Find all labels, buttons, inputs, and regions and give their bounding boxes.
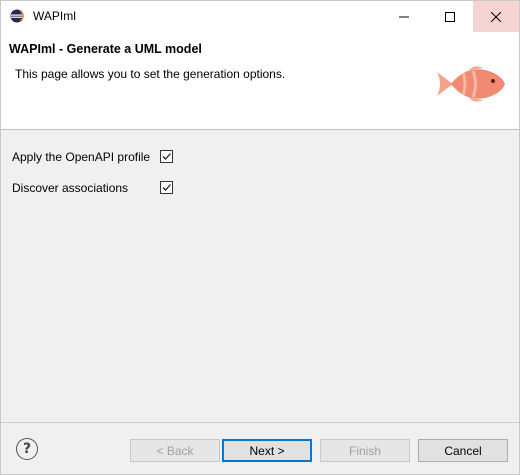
page-title: WAPIml - Generate a UML model (9, 42, 202, 56)
option-label: Apply the OpenAPI profile (12, 150, 151, 164)
fish-icon (437, 66, 505, 102)
discover-associations-checkbox[interactable] (160, 181, 173, 194)
maximize-button[interactable] (427, 1, 473, 32)
checkmark-icon (162, 153, 171, 160)
minimize-icon (399, 16, 409, 17)
options-panel: Apply the OpenAPI profile Discover assoc… (1, 132, 519, 422)
help-icon[interactable]: ? (16, 438, 38, 460)
option-row-openapi-profile: Apply the OpenAPI profile (12, 149, 150, 165)
apply-openapi-profile-checkbox[interactable] (160, 150, 173, 163)
minimize-button[interactable] (381, 1, 427, 32)
checkmark-icon (162, 184, 171, 191)
finish-button[interactable]: Finish (320, 439, 410, 462)
close-button[interactable] (473, 1, 519, 32)
wizard-header: WAPIml - Generate a UML model This page … (1, 32, 519, 130)
close-icon (491, 11, 501, 22)
window-title: WAPIml (33, 9, 76, 23)
wizard-footer: ? < Back Next > Finish Cancel (1, 422, 519, 474)
option-label: Discover associations (12, 181, 129, 195)
page-description: This page allows you to set the generati… (15, 67, 286, 81)
next-button[interactable]: Next > (222, 439, 312, 462)
title-bar: WAPIml (1, 1, 519, 32)
option-row-discover-associations: Discover associations (12, 180, 128, 196)
cancel-button[interactable]: Cancel (418, 439, 508, 462)
wizard-window: WAPIml WAPIml - Generate a UML model Thi… (0, 0, 520, 475)
eclipse-app-icon (10, 9, 24, 23)
back-button[interactable]: < Back (130, 439, 220, 462)
maximize-icon (445, 11, 455, 22)
